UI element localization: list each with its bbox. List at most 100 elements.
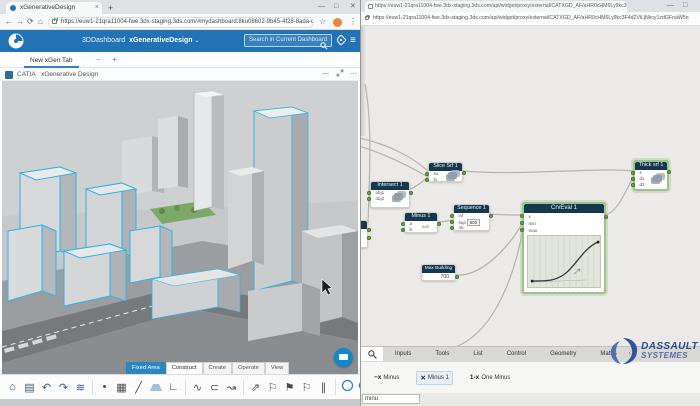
port-label: lu (433, 176, 438, 182)
home-view-icon[interactable]: ⌂ (4, 381, 21, 393)
bookmark-star-icon[interactable]: ☆ (319, 16, 326, 28)
tab-view[interactable]: View (264, 362, 290, 374)
maximize-button[interactable]: □ (683, 0, 687, 12)
input-port[interactable] (631, 170, 636, 175)
input-port[interactable] (425, 177, 430, 182)
line-tool-icon[interactable]: ╱ (130, 381, 147, 394)
node-minus[interactable]: Minus 1 a b sub (401, 212, 441, 233)
minimize-button[interactable]: — (318, 1, 325, 13)
input-port[interactable] (450, 219, 455, 224)
avatar[interactable] (333, 17, 342, 27)
plane-tool-icon[interactable] (150, 383, 162, 391)
undo-icon[interactable]: ↶ (38, 381, 55, 394)
chat-bubble-button[interactable] (334, 348, 353, 367)
node-crveval[interactable]: CrvEval 1 x min max (520, 202, 608, 294)
widget-minimize-icon[interactable]: — (322, 70, 329, 77)
tab-close-icon[interactable]: × (95, 2, 99, 14)
input-port[interactable] (520, 221, 525, 226)
widget-more-icon[interactable]: ⋯ (350, 70, 357, 78)
point-tool-icon[interactable]: • (96, 381, 113, 393)
palette-tab-inputs[interactable]: Inputs (383, 347, 423, 361)
loft-tool-icon[interactable]: ⚐ (298, 381, 315, 394)
favicon-icon (10, 5, 16, 11)
node-intersect[interactable]: Intersect 1 obj1 obj2 (367, 181, 413, 208)
construct-toolbar: ⌂ ▤ ↶ ↷ ≋ • ▦ ╱ ∟ ∿ ⊂ ↝ ⇗ ⚐ ⚑ ⚐ ∥ (0, 374, 390, 399)
sheet-icon[interactable]: ▤ (21, 381, 38, 394)
surface-tool-icon[interactable]: ⚐ (264, 381, 281, 394)
axis-tool-icon[interactable]: ∟ (165, 381, 182, 393)
tab-overflow-icon[interactable]: – (96, 55, 100, 64)
operator-label: sub (421, 224, 429, 229)
slice-icon (448, 172, 457, 179)
result-minus-1[interactable]: ✕ Minus 1 (416, 370, 453, 385)
browser-tab[interactable]: https://euw1-21qra11004-fwe.3dx-staging.… (365, 1, 627, 12)
curve-editor[interactable] (527, 235, 601, 289)
dashboard-search-input[interactable]: Search in Current Dashboard (244, 34, 332, 47)
input-port[interactable] (520, 228, 525, 233)
tab-operate[interactable]: Operate (231, 362, 265, 374)
dashboard-tab[interactable]: New xGen Tab (24, 54, 79, 68)
viewport-3d[interactable] (2, 81, 358, 374)
node-max-building[interactable]: Max Building 700 (421, 264, 459, 281)
port-label: nb (458, 225, 464, 231)
point-grid-tool-icon[interactable]: ▦ (113, 381, 130, 394)
palette-tab-list[interactable]: List (461, 347, 494, 361)
input-port[interactable] (631, 176, 636, 181)
palette-tab-control[interactable]: Control (495, 347, 538, 361)
browser-tab[interactable]: xGenerativeDesign × (6, 2, 102, 14)
share-icon[interactable]: ≋ (72, 381, 89, 394)
redo-icon[interactable]: ↷ (55, 381, 72, 394)
widget-expand-icon[interactable] (336, 69, 344, 79)
address-bar[interactable]: https://euw1-21qra11004-fwe.3dx-staging.… (48, 16, 314, 28)
node-editor-canvas[interactable]: Intersect 1 obj1 obj2 Slice Srf 1 su lu (361, 26, 700, 346)
input-port[interactable] (401, 221, 406, 226)
appbar-title[interactable]: 3DDashboard xGenerativeDesign ⌄ (82, 37, 200, 44)
new-tab-button[interactable]: + (108, 2, 113, 14)
home-button[interactable]: ⌂ (38, 16, 43, 28)
sweep-tool-icon[interactable]: ⚑ (281, 381, 298, 394)
3dexperience-compass-icon[interactable] (8, 33, 24, 54)
input-port[interactable] (425, 171, 430, 176)
input-port[interactable] (520, 214, 525, 219)
node-thick-srf[interactable]: Thick srf 1 s d1 d2 (631, 160, 671, 191)
tab-create[interactable]: Create (202, 362, 232, 374)
add-dashboard-tab-button[interactable]: + (112, 55, 117, 64)
node-slice-srf[interactable]: Slice Srf 1 su lu (425, 162, 466, 182)
window-bottom-strip (0, 399, 360, 406)
back-button[interactable]: ← (5, 16, 13, 28)
polyline-tool-icon[interactable]: ⇗ (247, 381, 264, 394)
hamburger-menu-icon[interactable]: ≡ (350, 35, 356, 46)
spline-tool-icon[interactable]: ↝ (223, 381, 240, 394)
maximize-button[interactable]: □ (334, 1, 338, 13)
input-port[interactable] (367, 196, 372, 201)
minimize-button[interactable]: — (667, 0, 674, 12)
tag-icon[interactable] (335, 34, 347, 46)
input-port[interactable] (450, 213, 455, 218)
forward-button[interactable]: → (16, 16, 24, 28)
result-label: One Minus (481, 374, 511, 381)
address-bar[interactable]: https://euw1-21qra11004-fwe.3dx-staging.… (373, 15, 689, 21)
palette-tab-geometry[interactable]: Geometry (538, 347, 588, 361)
parallel-tool-icon[interactable]: ∥ (315, 381, 332, 394)
palette-tab-tools[interactable]: Tools (423, 347, 461, 361)
arc-tool-icon[interactable]: ⊂ (206, 381, 223, 394)
reload-button[interactable]: ⟳ (27, 16, 34, 28)
input-port[interactable] (367, 190, 372, 195)
node-clipped[interactable] (361, 220, 371, 248)
input-port[interactable] (401, 227, 406, 232)
chevron-down-icon[interactable]: ⌄ (194, 38, 199, 44)
input-port[interactable] (631, 183, 636, 188)
circle-tool-icon[interactable] (339, 379, 356, 395)
palette-search-input[interactable] (362, 394, 420, 404)
result-minus[interactable]: −x Minus (371, 372, 402, 383)
node-value[interactable]: 700 (422, 273, 455, 280)
node-sequence[interactable]: Sequence 1 inf sup 500 nb (450, 204, 493, 231)
result-one-minus[interactable]: 1-x One Minus (467, 372, 513, 383)
browser-menu-icon[interactable]: ⋮ (349, 16, 357, 28)
close-button[interactable]: ✕ (350, 1, 356, 13)
tab-construct[interactable]: Construct (165, 362, 203, 374)
tab-fixed-area[interactable]: Fixed Area (126, 362, 166, 374)
curve-tool-icon[interactable]: ∿ (189, 381, 206, 394)
palette-search-tab[interactable] (361, 347, 383, 361)
input-port[interactable] (450, 226, 455, 231)
